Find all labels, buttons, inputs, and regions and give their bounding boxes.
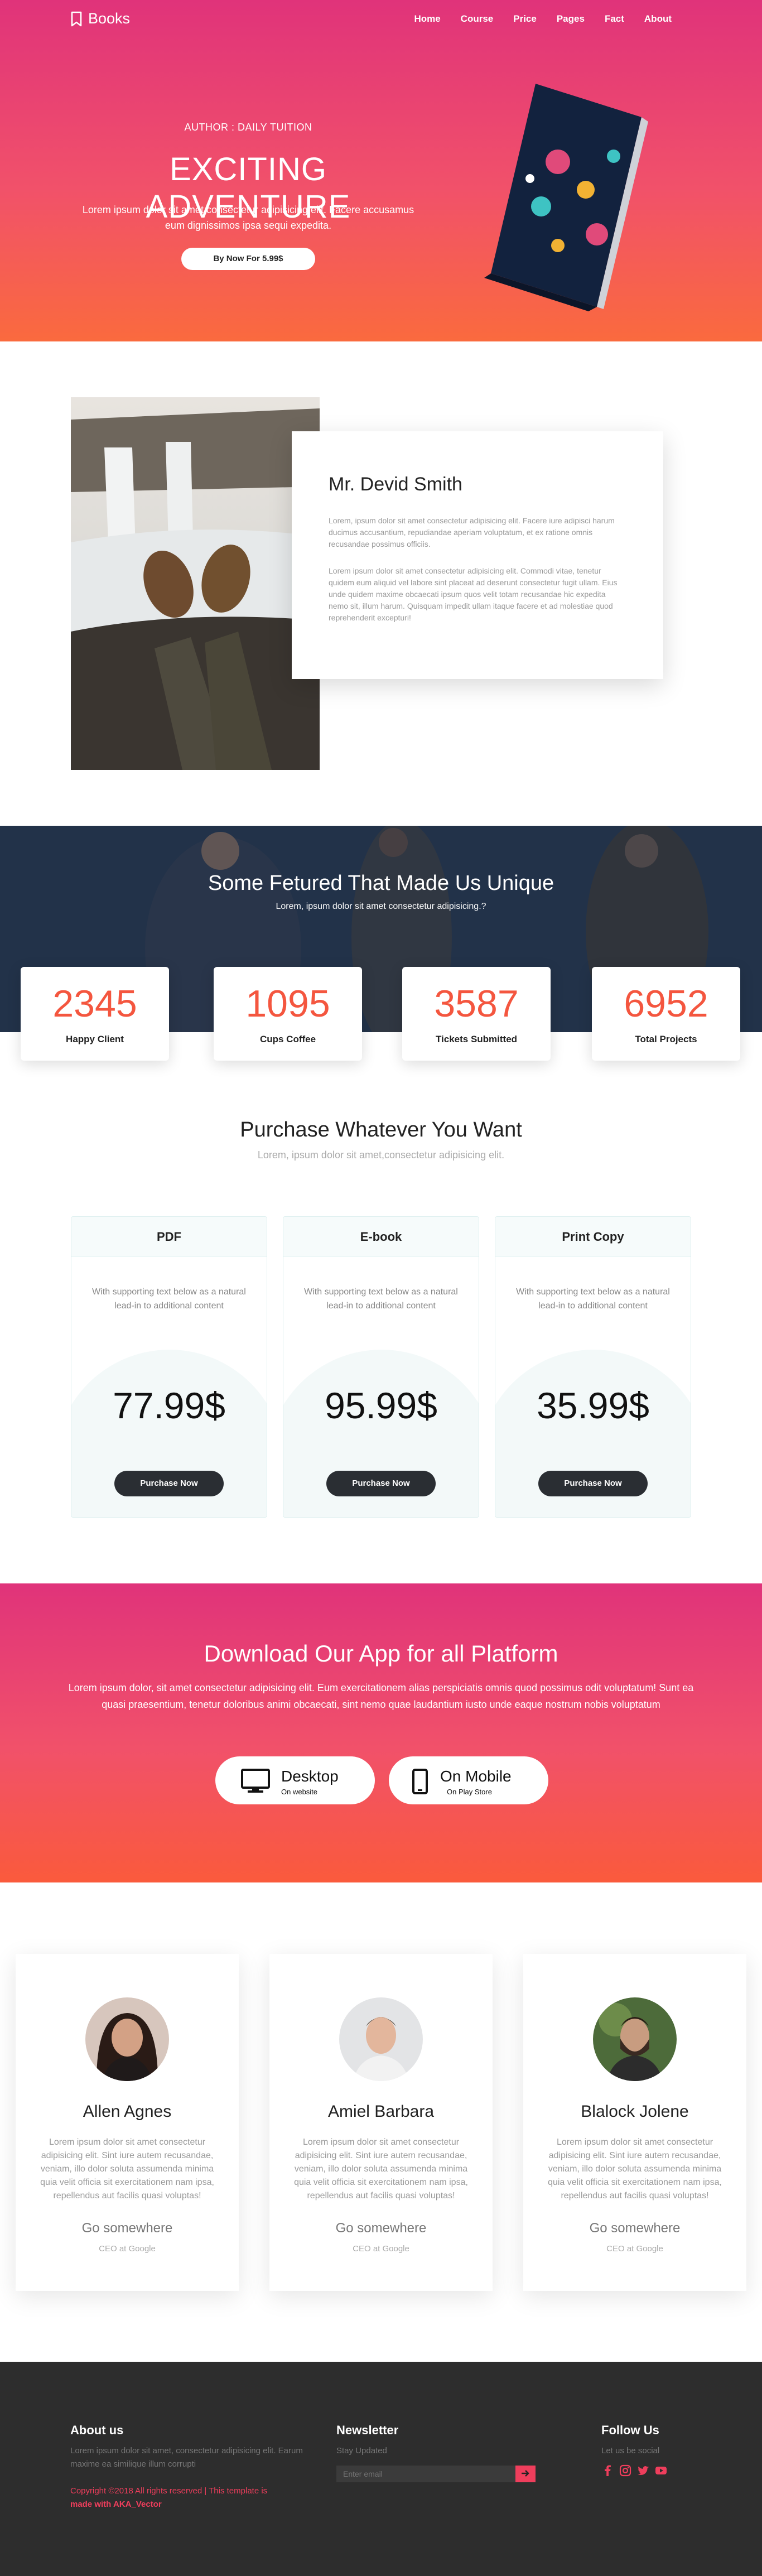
plan-price: 77.99$: [113, 1385, 225, 1426]
plan-description: With supporting text below as a natural …: [304, 1287, 458, 1311]
pricing-card-print: Print Copy With supporting text below as…: [495, 1216, 691, 1518]
facebook-icon[interactable]: [601, 2464, 614, 2477]
arrow-right-icon: [522, 2469, 529, 2477]
nav-item-about[interactable]: About: [644, 13, 672, 25]
team-member-text: Lorem ipsum dolor sit amet consectetur a…: [548, 2137, 722, 2201]
pricing-card-pdf: PDF With supporting text below as a natu…: [71, 1216, 267, 1518]
author-card: Mr. Devid Smith Lorem, ipsum dolor sit a…: [292, 431, 663, 679]
pricing-card-ebook: E-book With supporting text below as a n…: [283, 1216, 479, 1518]
stat-value: 1095: [245, 983, 330, 1025]
plan-price: 95.99$: [325, 1385, 437, 1426]
stat-label: Cups Coffee: [259, 1034, 316, 1044]
avatar: [85, 1997, 169, 2081]
nav-item-fact[interactable]: Fact: [605, 13, 624, 25]
mobile-sub: On Play Store: [447, 1788, 492, 1796]
made-with-link[interactable]: made with AKA_Vector: [70, 2498, 162, 2511]
featured-subtitle: Lorem, ipsum dolor sit amet consectetur …: [276, 902, 486, 911]
nav-item-price[interactable]: Price: [513, 13, 537, 25]
social-links: [601, 2464, 667, 2477]
instagram-icon[interactable]: [619, 2464, 631, 2477]
email-input[interactable]: [336, 2466, 520, 2482]
go-somewhere-link[interactable]: Go somewhere: [269, 2221, 493, 2236]
download-app-section: Download Our App for all Platform Lorem …: [0, 1583, 762, 1882]
subscribe-button[interactable]: [515, 2466, 536, 2482]
hero-section: Books Home Course Price Pages Fact About…: [0, 0, 762, 341]
author-bio-2: Lorem ipsum dolor sit amet consectetur a…: [329, 566, 618, 622]
team-card: Blalock Jolene Lorem ipsum dolor sit ame…: [523, 1954, 746, 2291]
stat-label: Total Projects: [635, 1034, 697, 1044]
stat-value: 2345: [52, 983, 137, 1025]
stat-card: 2345 Happy Client: [21, 967, 169, 1061]
mobile-label: On Mobile: [440, 1768, 512, 1785]
avatar: [593, 1997, 677, 2081]
copyright-text: Copyright ©2018 All rights reserved | Th…: [70, 2486, 268, 2496]
team-member-role: CEO at Google: [99, 2244, 156, 2254]
go-somewhere-link[interactable]: Go somewhere: [16, 2221, 239, 2236]
purchase-subtitle: Lorem, ipsum dolor sit amet,consectetur …: [257, 1149, 505, 1161]
stat-card: 6952 Total Projects: [592, 967, 740, 1061]
featured-title: Some Fetured That Made Us Unique: [208, 871, 554, 895]
app-text: Lorem ipsum dolor, sit amet consectetur …: [68, 1682, 694, 1710]
hero-author: AUTHOR : DAILY TUITION: [184, 122, 312, 133]
team-member-name: Allen Agnes: [83, 2102, 172, 2121]
desktop-download-button[interactable]: Desktop On website: [215, 1756, 375, 1804]
about-us-heading: About us: [70, 2423, 124, 2437]
plan-price: 35.99$: [537, 1385, 649, 1426]
stat-card: 1095 Cups Coffee: [214, 967, 362, 1061]
buy-now-button[interactable]: By Now For 5.99$: [181, 248, 315, 270]
plan-description: With supporting text below as a natural …: [92, 1287, 246, 1311]
team-member-role: CEO at Google: [353, 2244, 409, 2254]
purchase-now-button[interactable]: Purchase Now: [326, 1471, 436, 1496]
team-member-text: Lorem ipsum dolor sit amet consectetur a…: [294, 2137, 468, 2201]
mobile-download-button[interactable]: On Mobile On Play Store: [389, 1756, 548, 1804]
desktop-icon: [241, 1769, 270, 1793]
plan-description: With supporting text below as a natural …: [516, 1287, 670, 1311]
desktop-label: Desktop: [281, 1768, 339, 1785]
plan-name: PDF: [71, 1217, 267, 1257]
stat-value: 3587: [434, 983, 519, 1025]
purchase-title: Purchase Whatever You Want: [240, 1118, 522, 1142]
nav-item-pages[interactable]: Pages: [557, 13, 585, 25]
team-member-role: CEO at Google: [606, 2244, 663, 2254]
footer: About us Lorem ipsum dolor sit amet, con…: [0, 2362, 762, 2576]
nav-item-home[interactable]: Home: [414, 13, 440, 25]
purchase-now-button[interactable]: Purchase Now: [114, 1471, 224, 1496]
stat-card: 3587 Tickets Submitted: [402, 967, 551, 1061]
newsletter-text: Stay Updated: [336, 2446, 387, 2455]
desktop-sub: On website: [281, 1788, 318, 1796]
nav-item-course[interactable]: Course: [461, 13, 494, 25]
avatar: [339, 1997, 423, 2081]
about-us-text: Lorem ipsum dolor sit amet, consectetur …: [70, 2446, 303, 2469]
newsletter-heading: Newsletter: [336, 2423, 399, 2437]
author-bio-1: Lorem, ipsum dolor sit amet consectetur …: [329, 516, 615, 548]
team-member-name: Amiel Barbara: [327, 2102, 435, 2121]
author-photo: [71, 397, 320, 770]
follow-us-heading: Follow Us: [601, 2423, 659, 2437]
nav-menu: Home Course Price Pages Fact About: [414, 13, 672, 25]
stat-value: 6952: [624, 983, 708, 1025]
twitter-icon[interactable]: [637, 2464, 649, 2477]
mobile-phone-icon: [412, 1769, 428, 1794]
plan-name: Print Copy: [495, 1217, 691, 1257]
bookmark-icon: [71, 11, 82, 26]
brand-name: Books: [88, 10, 131, 27]
follow-us-text: Let us be social: [601, 2446, 660, 2455]
team-card: Amiel Barbara Lorem ipsum dolor sit amet…: [269, 1954, 493, 2291]
app-title: Download Our App for all Platform: [204, 1640, 558, 1667]
stat-label: Tickets Submitted: [435, 1034, 518, 1044]
navbar: Books Home Course Price Pages Fact About: [0, 0, 762, 40]
plan-name: E-book: [283, 1217, 479, 1257]
hero-text: Lorem ipsum dolor sit amet consectetur a…: [82, 204, 414, 231]
author-name: Mr. Devid Smith: [329, 474, 462, 495]
brand-logo[interactable]: Books: [70, 10, 130, 27]
team-card: Allen Agnes Lorem ipsum dolor sit amet c…: [16, 1954, 239, 2291]
youtube-icon[interactable]: [655, 2464, 667, 2477]
stat-label: Happy Client: [66, 1034, 124, 1044]
purchase-now-button[interactable]: Purchase Now: [538, 1471, 648, 1496]
team-member-name: Blalock Jolene: [581, 2102, 689, 2121]
go-somewhere-link[interactable]: Go somewhere: [523, 2221, 746, 2236]
team-member-text: Lorem ipsum dolor sit amet consectetur a…: [40, 2137, 214, 2201]
book-cover-image: [484, 84, 648, 311]
